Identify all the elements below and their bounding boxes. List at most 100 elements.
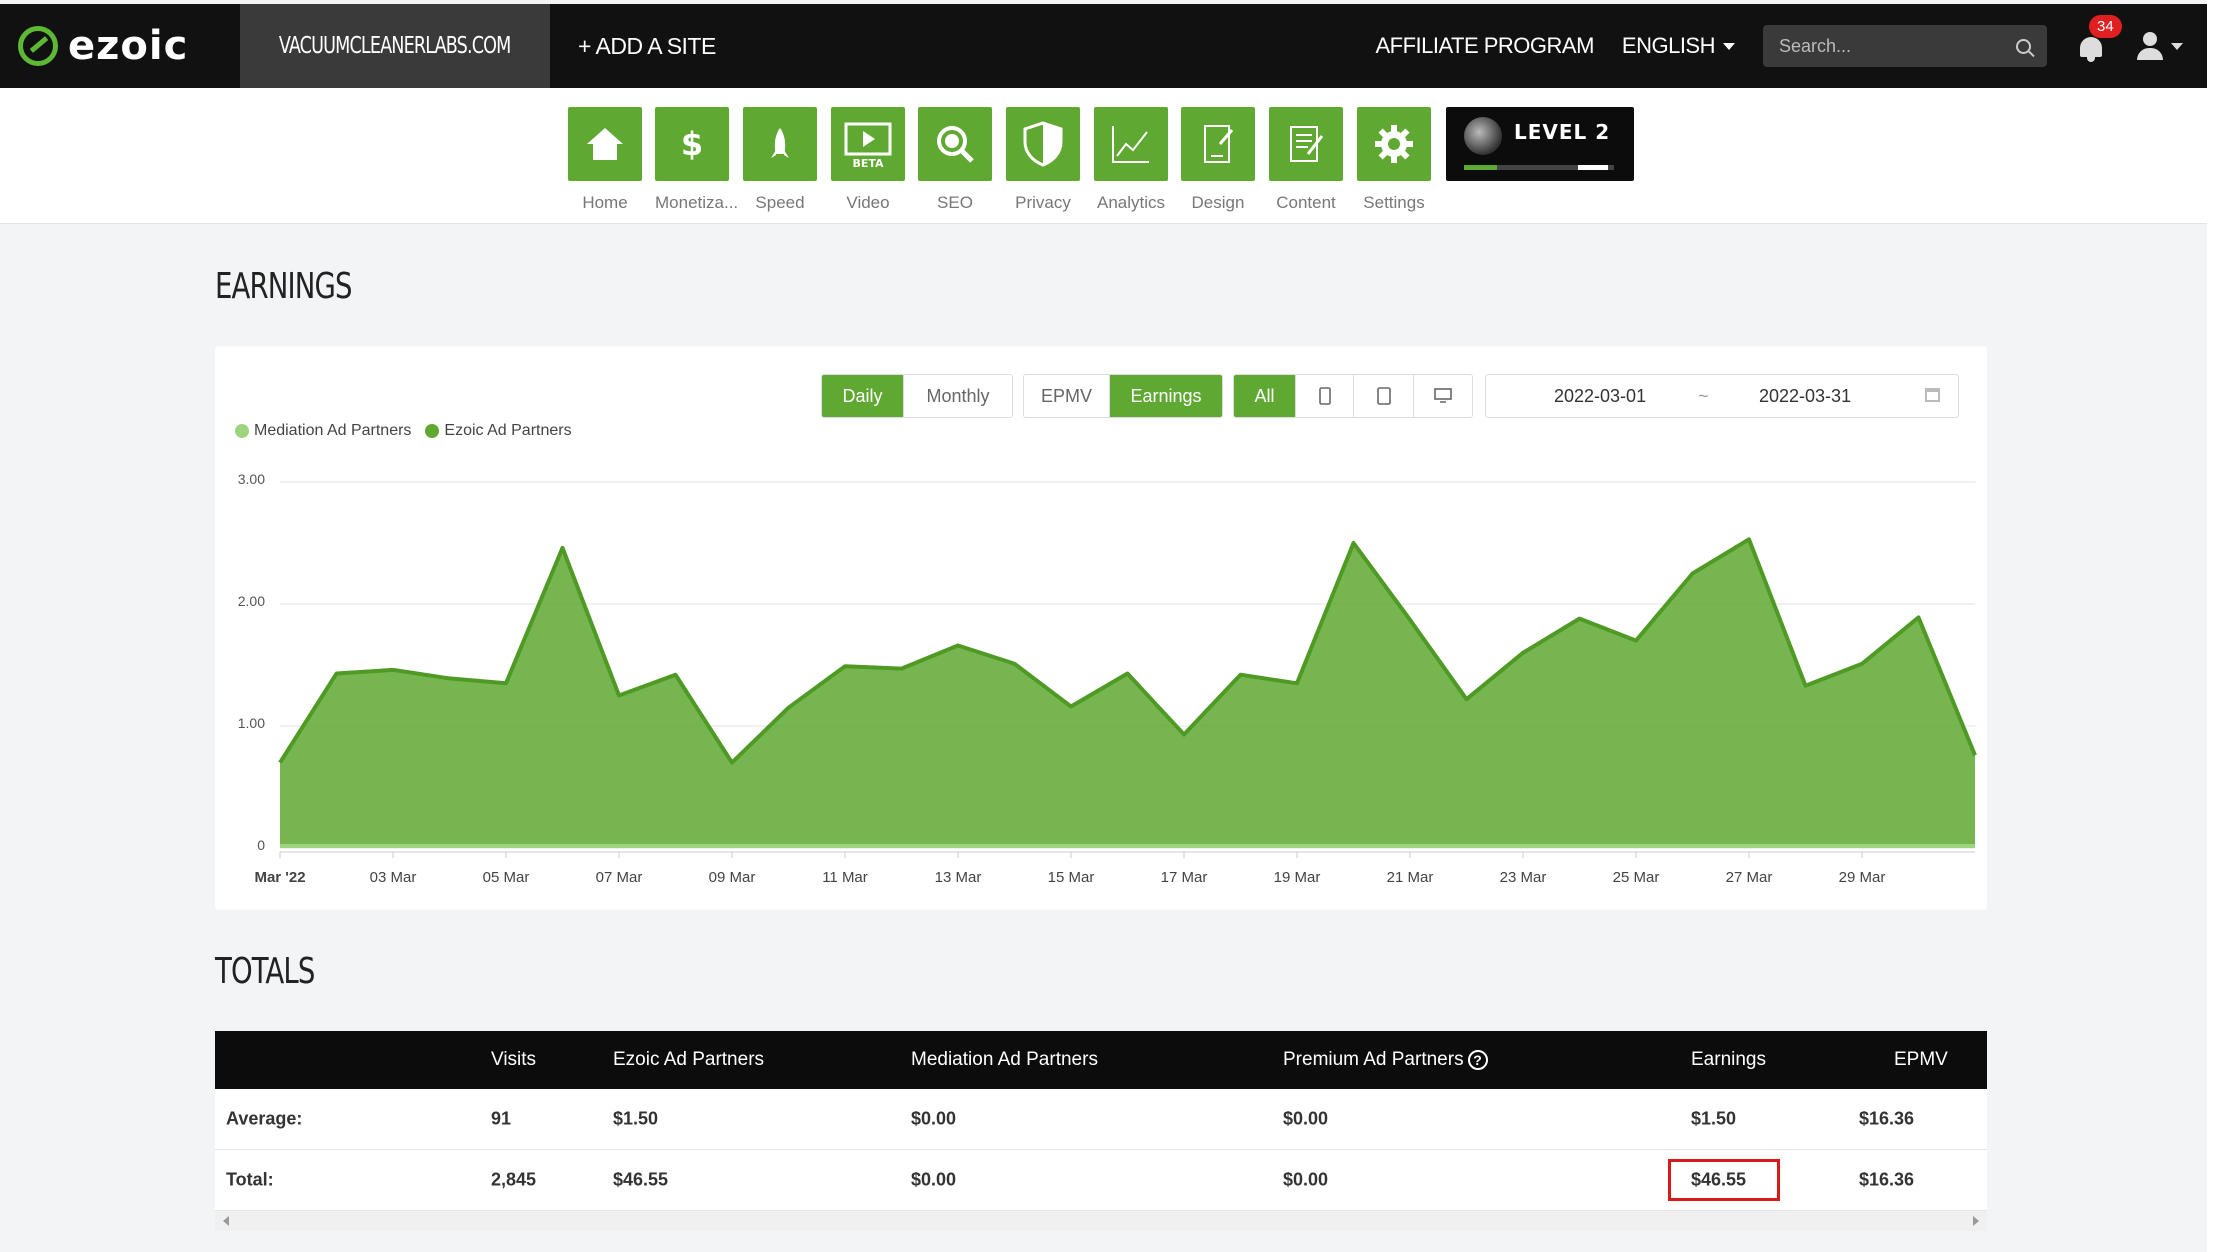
nav-video[interactable]: BETA Video bbox=[831, 107, 905, 213]
chevron-down-icon bbox=[2171, 42, 2183, 50]
nav-monetization[interactable]: $ Monetiza... bbox=[655, 107, 739, 213]
nav-label: SEO bbox=[937, 193, 973, 212]
level-badge[interactable]: LEVEL 2 bbox=[1446, 107, 1634, 181]
cell-visits: 2,845 bbox=[491, 1169, 537, 1190]
earnings-area-chart: 3.00 2.00 1.00 0 Mar '22 03 Mar 05 Mar 07 Mar 09… bbox=[238, 471, 1977, 886]
x-tick-label: 03 Mar bbox=[370, 869, 417, 886]
nav-analytics[interactable]: Analytics bbox=[1094, 107, 1168, 213]
col-ezoic: Ezoic Ad Partners bbox=[613, 1049, 765, 1070]
help-icon[interactable]: ? bbox=[1467, 1049, 1488, 1070]
search-box bbox=[1763, 25, 2047, 67]
site-name: VACUUMCLEANERLABS.COM bbox=[240, 4, 550, 88]
notification-count-badge: 34 bbox=[2089, 15, 2122, 38]
notifications-button[interactable]: 34 bbox=[2077, 15, 2122, 63]
col-earnings: Earnings bbox=[1691, 1049, 1766, 1070]
design-icon bbox=[1204, 125, 1234, 163]
nav-label: Settings bbox=[1363, 193, 1425, 212]
col-visits: Visits bbox=[491, 1049, 537, 1070]
cell-visits: 91 bbox=[491, 1108, 512, 1129]
totals-table: Visits Ezoic Ad Partners Mediation Ad Pa… bbox=[215, 1031, 1987, 1231]
line-chart-icon bbox=[1112, 126, 1149, 163]
cell-premium: $0.00 bbox=[1283, 1169, 1329, 1190]
earnings-total-highlight bbox=[1668, 1159, 1780, 1201]
col-premium: Premium Ad Partners? bbox=[1283, 1049, 1488, 1071]
ezoic-logo-icon bbox=[18, 26, 58, 66]
nav-content[interactable]: Content bbox=[1269, 107, 1343, 213]
user-menu[interactable] bbox=[2137, 32, 2183, 60]
table-row: Total: 2,845 $46.55 $0.00 $0.00 $46.55 $… bbox=[215, 1150, 1987, 1211]
cell-ezoic: $46.55 bbox=[613, 1169, 669, 1190]
home-icon bbox=[587, 128, 623, 160]
top-bar: ezoic VACUUMCLEANERLABS.COM + ADD A SITE… bbox=[0, 4, 2207, 88]
y-tick-label: 0 bbox=[257, 837, 265, 853]
y-tick-label: 3.00 bbox=[238, 471, 265, 487]
x-tick-label: 25 Mar bbox=[1613, 869, 1660, 886]
x-tick-label: Mar '22 bbox=[254, 869, 305, 886]
svg-text:$: $ bbox=[681, 125, 703, 163]
table-header: Visits Ezoic Ad Partners Mediation Ad Pa… bbox=[215, 1031, 1987, 1089]
cell-mediation: $0.00 bbox=[911, 1169, 957, 1190]
dollar-icon: $ bbox=[681, 125, 703, 163]
nav-label: Monetiza... bbox=[655, 193, 739, 212]
page-edge bbox=[2207, 0, 2215, 1252]
scroll-left-icon[interactable] bbox=[223, 1216, 229, 1226]
x-tick-label: 13 Mar bbox=[935, 869, 982, 886]
nav-label: Content bbox=[1276, 193, 1336, 212]
brand-name: ezoic bbox=[68, 23, 189, 69]
cell-earnings: $1.50 bbox=[1691, 1108, 1737, 1129]
affiliate-program-link[interactable]: AFFILIATE PROGRAM bbox=[1375, 33, 1594, 59]
nav-label: Privacy bbox=[1015, 193, 1071, 212]
language-label: ENGLISH bbox=[1621, 33, 1716, 58]
col-premium-label: Premium Ad Partners bbox=[1283, 1049, 1464, 1070]
row-label: Average: bbox=[226, 1108, 303, 1129]
nav-speed[interactable]: Speed bbox=[743, 107, 817, 213]
x-tick-label: 15 Mar bbox=[1048, 869, 1095, 886]
search-icon[interactable] bbox=[2016, 38, 2031, 54]
level-label: LEVEL 2 bbox=[1514, 120, 1611, 144]
nav-label: Speed bbox=[755, 193, 805, 212]
scroll-right-icon[interactable] bbox=[1973, 1216, 1979, 1226]
ezoic-logo[interactable]: ezoic bbox=[0, 4, 240, 88]
user-icon bbox=[2137, 32, 2163, 60]
nav-home[interactable]: Home bbox=[568, 107, 642, 213]
row-label: Total: bbox=[226, 1169, 274, 1190]
x-tick-label: 17 Mar bbox=[1161, 869, 1208, 886]
nav-label: Analytics bbox=[1096, 193, 1166, 212]
x-tick-label: 21 Mar bbox=[1387, 869, 1434, 886]
svg-text:BETA: BETA bbox=[852, 157, 884, 170]
bell-icon bbox=[2080, 37, 2102, 57]
y-tick-label: 1.00 bbox=[238, 715, 265, 731]
avatar bbox=[1464, 117, 1502, 155]
nav-seo[interactable]: SEO bbox=[918, 107, 992, 213]
add-site-link[interactable]: + ADD A SITE bbox=[578, 33, 716, 60]
col-mediation: Mediation Ad Partners bbox=[911, 1049, 1098, 1070]
icon-navigation: Home $ Monetiza... Speed BETA Video SEO … bbox=[0, 88, 2207, 224]
y-tick-label: 2.00 bbox=[238, 593, 265, 609]
nav-privacy[interactable]: Privacy bbox=[1006, 107, 1080, 213]
cell-ezoic: $1.50 bbox=[613, 1108, 659, 1129]
nav-settings[interactable]: Settings bbox=[1357, 107, 1431, 213]
x-tick-label: 05 Mar bbox=[483, 869, 530, 886]
nav-design[interactable]: Design bbox=[1181, 107, 1255, 213]
bell-clapper bbox=[2087, 57, 2095, 62]
gear-icon bbox=[1375, 125, 1413, 163]
nav-label: Home bbox=[582, 193, 628, 212]
totals-heading: TOTALS bbox=[215, 951, 315, 992]
series-area-ezoic bbox=[280, 539, 1975, 848]
nav-label: Design bbox=[1191, 193, 1245, 212]
x-tick-label: 19 Mar bbox=[1274, 869, 1321, 886]
content-icon bbox=[1290, 126, 1324, 162]
x-tick-label: 23 Mar bbox=[1500, 869, 1547, 886]
table-row: Average: 91 $1.50 $0.00 $0.00 $1.50 $16.… bbox=[215, 1089, 1987, 1150]
nav-label: Video bbox=[846, 193, 890, 212]
level-progress-fill bbox=[1464, 165, 1497, 170]
cell-epmv: $16.36 bbox=[1859, 1108, 1915, 1129]
site-selector[interactable]: VACUUMCLEANERLABS.COM bbox=[240, 4, 550, 88]
language-dropdown[interactable]: ENGLISH bbox=[1622, 33, 1735, 59]
horizontal-scrollbar[interactable] bbox=[215, 1211, 1987, 1231]
x-tick-label: 07 Mar bbox=[596, 869, 643, 886]
earnings-heading: EARNINGS bbox=[215, 266, 353, 307]
search-input[interactable] bbox=[1779, 35, 2016, 57]
cell-premium: $0.00 bbox=[1283, 1108, 1329, 1129]
chevron-down-icon bbox=[1723, 42, 1735, 50]
